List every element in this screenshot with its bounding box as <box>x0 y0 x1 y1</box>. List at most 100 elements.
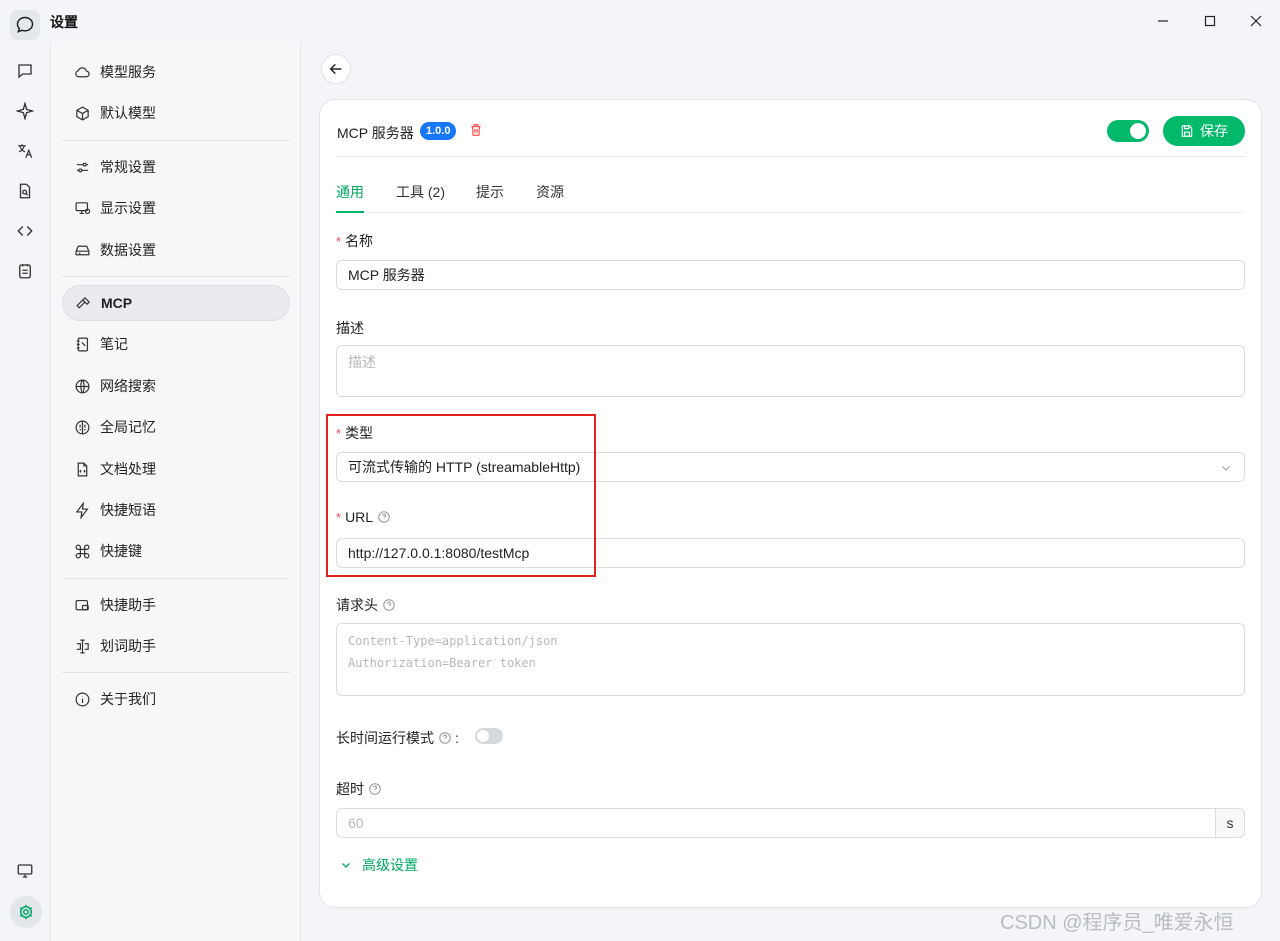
sidebar-item-shortcuts[interactable]: 快捷键 <box>62 533 290 569</box>
sidebar-item-label: 文档处理 <box>100 461 156 477</box>
code-icon <box>17 226 33 236</box>
save-icon <box>1181 125 1193 137</box>
rail-notes-button[interactable] <box>13 259 37 283</box>
sidebar-item-selection-assistant[interactable]: 划词助手 <box>62 628 290 664</box>
long-running-label: 长时间运行模式 : <box>336 728 459 748</box>
gear-icon <box>19 904 33 920</box>
sidebar-item-label: 笔记 <box>100 336 128 352</box>
tab-prompts[interactable]: 提示 <box>476 182 504 202</box>
app-logo[interactable] <box>10 10 40 40</box>
headers-label: 请求头 <box>336 595 396 615</box>
tabs-divider <box>336 212 1245 213</box>
advanced-settings-label: 高级设置 <box>362 857 418 873</box>
sidebar-item-document[interactable]: 文档处理 <box>62 451 290 487</box>
watermark: CSDN @程序员_唯爱永恒 <box>1000 912 1234 934</box>
active-tab-indicator <box>336 211 364 213</box>
back-button[interactable] <box>321 54 351 84</box>
rail-files-button[interactable] <box>13 179 37 203</box>
tab-resources[interactable]: 资源 <box>536 182 564 202</box>
sidebar-item-label: 常规设置 <box>100 159 156 175</box>
sidebar-item-global-memory[interactable]: 全局记忆 <box>62 409 290 445</box>
advanced-settings-toggle[interactable]: 高级设置 <box>340 855 418 875</box>
bolt-icon <box>73 501 91 519</box>
globe-icon <box>73 377 91 395</box>
timeout-label: 超时 <box>336 779 382 799</box>
file-search-icon <box>19 183 31 199</box>
command-icon <box>73 542 91 560</box>
save-button[interactable]: 保存 <box>1163 116 1245 146</box>
sidebar-item-mcp[interactable]: MCP <box>62 285 290 321</box>
sidebar-item-data[interactable]: 数据设置 <box>62 232 290 268</box>
type-select-value: 可流式传输的 HTTP (streamableHttp) <box>348 459 581 475</box>
type-label: * 类型 <box>336 423 373 443</box>
notebook-icon <box>73 335 91 353</box>
help-icon[interactable] <box>438 731 452 745</box>
sidebar-item-quick-assistant[interactable]: 快捷助手 <box>62 587 290 623</box>
minimize-button[interactable] <box>1148 8 1178 34</box>
required-mark: * <box>336 509 342 525</box>
description-label: 描述 <box>336 320 364 336</box>
rail-display-button[interactable] <box>13 859 37 883</box>
help-icon[interactable] <box>368 782 382 796</box>
sidebar-item-web-search[interactable]: 网络搜索 <box>62 368 290 404</box>
chevron-down-icon <box>1222 466 1230 471</box>
sidebar-item-label: 快捷短语 <box>100 502 156 518</box>
rail-chat-button[interactable] <box>13 59 37 83</box>
headers-label-text: 请求头 <box>336 597 378 613</box>
sidebar-item-general[interactable]: 常规设置 <box>62 149 290 185</box>
sidebar-item-label: 模型服务 <box>100 64 156 80</box>
description-textarea[interactable]: 描述 <box>336 345 1245 397</box>
tab-tools[interactable]: 工具 (2) <box>396 182 445 202</box>
sidebar-item-label: MCP <box>101 295 133 311</box>
rail-translate-button[interactable] <box>13 139 37 163</box>
url-label-text: URL <box>345 509 374 525</box>
trash-icon <box>471 124 481 136</box>
help-icon[interactable] <box>377 510 391 524</box>
document-icon <box>73 460 91 478</box>
timeout-label-text: 超时 <box>336 781 364 797</box>
name-input[interactable]: MCP 服务器 <box>336 260 1245 290</box>
rail-code-button[interactable] <box>13 219 37 243</box>
storage-icon <box>73 241 91 259</box>
tab-general[interactable]: 通用 <box>336 182 364 202</box>
sidebar-item-display[interactable]: 显示设置 <box>62 190 290 226</box>
assistant-icon <box>73 596 91 614</box>
maximize-button[interactable] <box>1195 8 1225 34</box>
delete-button[interactable] <box>469 123 485 139</box>
server-enabled-toggle[interactable] <box>1107 120 1149 142</box>
required-mark: * <box>336 425 342 441</box>
sidebar-item-label: 快捷助手 <box>100 597 156 613</box>
sidebar-item-label: 数据设置 <box>100 242 156 258</box>
mcp-server-card: MCP 服务器 1.0.0 保存 通用 工具 (2) 提示 资源 * 名称 MC… <box>319 99 1262 908</box>
url-input[interactable]: http://127.0.0.1:8080/testMcp <box>336 538 1245 568</box>
name-label-text: 名称 <box>345 233 374 249</box>
sidebar-item-about[interactable]: 关于我们 <box>62 681 290 717</box>
name-label: * 名称 <box>336 231 373 251</box>
sidebar-item-label: 全局记忆 <box>100 419 156 435</box>
headers-textarea[interactable]: Content-Type=application/json Authorizat… <box>336 623 1245 696</box>
long-running-toggle[interactable] <box>475 728 503 744</box>
sidebar-item-notes[interactable]: 笔记 <box>62 326 290 362</box>
version-badge: 1.0.0 <box>420 122 457 140</box>
translate-icon <box>18 144 33 158</box>
help-icon[interactable] <box>382 598 396 612</box>
sidebar-item-label: 关于我们 <box>100 691 156 707</box>
type-select[interactable]: 可流式传输的 HTTP (streamableHttp) <box>336 452 1245 482</box>
close-button[interactable] <box>1241 8 1271 34</box>
display-icon <box>73 199 91 217</box>
timeout-input[interactable]: 60 <box>336 808 1216 838</box>
sidebar-item-quick-phrases[interactable]: 快捷短语 <box>62 492 290 528</box>
sidebar-item-default-model[interactable]: 默认模型 <box>62 95 290 131</box>
sidebar-item-model-service[interactable]: 模型服务 <box>62 54 290 90</box>
rail-settings-button[interactable] <box>10 896 42 928</box>
text-select-icon <box>73 637 91 655</box>
hammer-icon <box>74 294 92 312</box>
type-label-text: 类型 <box>345 425 374 441</box>
settings-sidebar: 模型服务 默认模型 常规设置 显示设置 数据设置 MCP 笔记 网络搜索 全局记… <box>50 42 301 941</box>
rail-agents-button[interactable] <box>13 99 37 123</box>
sidebar-item-label: 快捷键 <box>100 543 142 559</box>
sidebar-item-label: 网络搜索 <box>100 378 156 394</box>
maximize-icon <box>1204 15 1216 27</box>
sidebar-divider <box>62 140 290 141</box>
window-title: 设置 <box>50 14 78 30</box>
